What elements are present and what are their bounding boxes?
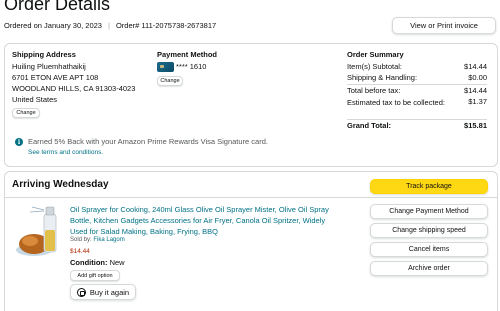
change-payment-button[interactable]: Change bbox=[157, 76, 183, 86]
condition: Condition: New bbox=[70, 258, 125, 267]
summary-label: Shipping & Handling: bbox=[347, 73, 418, 82]
cancel-items-button[interactable]: Cancel items bbox=[370, 242, 488, 257]
sold-by: Sold by: Fika Lagom bbox=[70, 237, 125, 243]
grand-total-label: Grand Total: bbox=[347, 121, 392, 130]
arriving-heading: Arriving Wednesday bbox=[12, 179, 109, 190]
buy-again-label: Buy it again bbox=[89, 287, 130, 297]
bottle-cap-shape bbox=[45, 206, 55, 216]
change-payment-method-button[interactable]: Change Payment Method bbox=[370, 204, 488, 219]
condition-label: Condition: bbox=[70, 258, 108, 267]
view-invoice-button[interactable]: View or Print invoice bbox=[392, 17, 496, 34]
change-address-button[interactable]: Change bbox=[12, 108, 40, 118]
product-price: $14.44 bbox=[70, 248, 90, 255]
summary-row: Estimated tax to be collected: $1.37 bbox=[347, 97, 487, 108]
change-shipping-speed-button[interactable]: Change shipping speed bbox=[370, 223, 488, 238]
order-meta: Ordered on January 30, 2023 | Order# 111-2… bbox=[4, 21, 216, 30]
address-line: United States bbox=[12, 95, 58, 104]
summary-divider bbox=[347, 84, 487, 85]
roast-highlight-shape bbox=[22, 236, 38, 246]
address-line: 6701 ETON AVE APT 108 bbox=[12, 73, 99, 82]
track-package-button[interactable]: Track package bbox=[370, 179, 488, 194]
summary-row: Total before tax: $14.44 bbox=[347, 86, 487, 95]
buy-it-again-button[interactable]: Buy it again bbox=[70, 284, 136, 300]
condition-value: New bbox=[109, 258, 125, 267]
order-number: Order# 111-2075738-2673817 bbox=[115, 21, 217, 30]
seller-link[interactable]: Fika Lagom bbox=[93, 237, 124, 243]
terms-link[interactable]: See terms and conditions. bbox=[28, 149, 103, 156]
card-number: **** 1610 bbox=[176, 62, 207, 71]
summary-label: Total before tax: bbox=[347, 86, 401, 95]
rewards-promo-text: Earned 5% Back with your Amazon Prime Re… bbox=[28, 137, 268, 146]
payment-method-title: Payment Method bbox=[157, 50, 218, 59]
summary-row: Shipping & Handling: $0.00 bbox=[347, 73, 487, 82]
product-image[interactable] bbox=[12, 204, 64, 260]
credit-card-icon bbox=[157, 62, 174, 72]
shipping-address-title: Shipping Address bbox=[12, 50, 76, 59]
grand-total-value: $15.81 bbox=[464, 121, 487, 130]
product-title-link[interactable]: Oil Sprayer for Cooking, 240ml Glass Oli… bbox=[70, 204, 340, 237]
summary-value: $14.44 bbox=[464, 86, 487, 95]
page-title: Order Details bbox=[4, 0, 111, 14]
ordered-on: Ordered on January 30, 2023 bbox=[4, 21, 102, 30]
summary-label: Item(s) Subtotal: bbox=[347, 62, 403, 71]
meta-separator: | bbox=[107, 21, 110, 30]
address-line: Huiling Pluemhathaikij bbox=[12, 62, 86, 71]
buy-again-icon bbox=[76, 287, 86, 297]
summary-row: Item(s) Subtotal: $14.44 bbox=[347, 62, 487, 71]
summary-value: $14.44 bbox=[464, 62, 487, 71]
summary-label: Estimated tax to be collected: bbox=[347, 98, 445, 107]
archive-order-button[interactable]: Archive order bbox=[370, 261, 488, 276]
shipment-divider bbox=[4, 197, 498, 198]
spray-mist-shape bbox=[29, 206, 45, 213]
summary-value: $0.00 bbox=[468, 73, 487, 82]
bottle-oil-shape bbox=[45, 230, 55, 251]
sold-by-label: Sold by: bbox=[70, 237, 94, 243]
info-icon: i bbox=[15, 138, 23, 146]
add-gift-option-button[interactable]: Add gift option bbox=[70, 270, 120, 281]
summary-value: $1.37 bbox=[468, 97, 487, 106]
grand-total-row: Grand Total: $15.81 bbox=[347, 121, 487, 130]
order-summary-title: Order Summary bbox=[347, 50, 404, 59]
summary-divider bbox=[347, 119, 487, 120]
address-line: WOODLAND HILLS, CA 91303-4023 bbox=[12, 84, 136, 93]
